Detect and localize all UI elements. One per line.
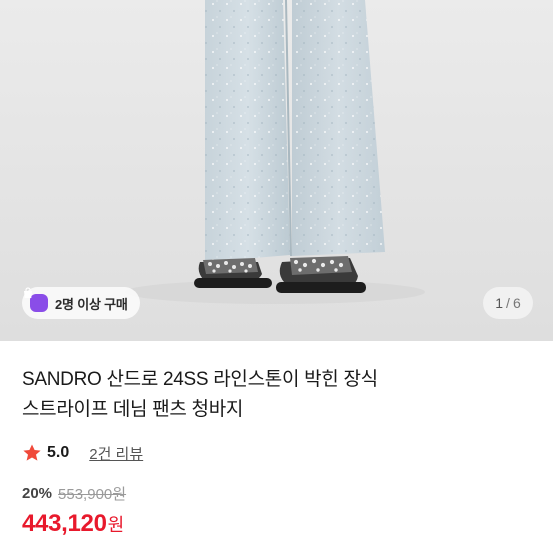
- reviews-link[interactable]: 2건 리뷰: [89, 443, 143, 464]
- rating-row: 5.0 2건 리뷰: [22, 440, 143, 466]
- product-title-line-1: SANDRO 산드로 24SS 라인스톤이 박힌 장식: [22, 369, 378, 390]
- product-title-line-2: 스트라이프 데님 팬츠 청바지: [22, 399, 244, 420]
- product-image-carousel[interactable]: 2명 이상 구매 1 / 6: [0, 0, 553, 341]
- final-price: 443,120: [22, 510, 107, 537]
- star-icon: [23, 444, 41, 461]
- buyers-count-badge: 2명 이상 구매: [22, 287, 140, 319]
- rating-value: 5.0: [47, 444, 70, 461]
- original-price: 553,900원: [58, 485, 127, 503]
- final-price-currency: 원: [107, 515, 125, 535]
- image-page-indicator: 1 / 6: [483, 287, 533, 319]
- product-info: SANDRO 산드로 24SS 라인스톤이 박힌 장식 스트라이프 데님 팬츠 …: [22, 365, 532, 425]
- buyers-count-text: 2명 이상 구매: [55, 296, 128, 312]
- page-separator: /: [506, 295, 510, 311]
- product-title: SANDRO 산드로 24SS 라인스톤이 박힌 장식 스트라이프 데님 팬츠 …: [22, 365, 532, 425]
- page-total: 6: [512, 295, 521, 311]
- page-current: 1: [495, 295, 504, 311]
- discount-row: 20% 553,900원: [22, 482, 126, 504]
- shopping-bag-icon: [24, 287, 48, 312]
- discount-rate: 20%: [22, 484, 53, 502]
- final-price-row: 443,120 원: [22, 510, 124, 538]
